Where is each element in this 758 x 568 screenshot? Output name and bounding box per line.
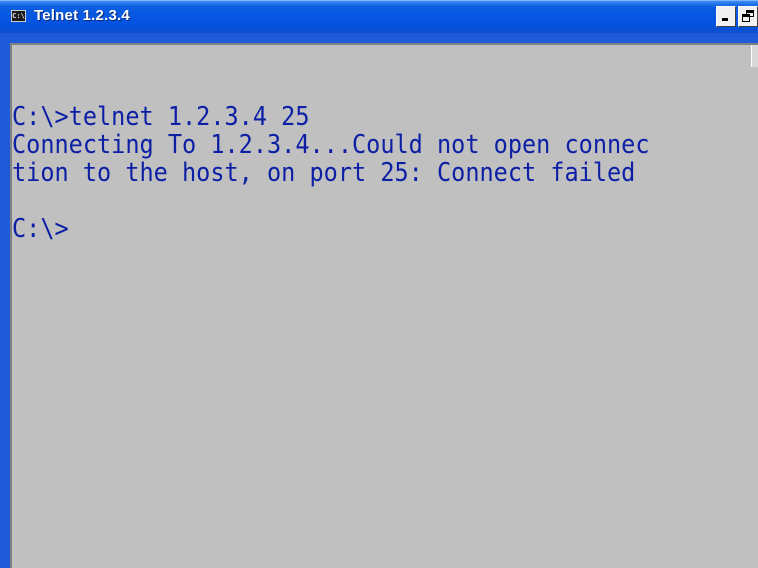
scrollbar-stub[interactable]: [751, 45, 758, 67]
restore-button[interactable]: [738, 6, 758, 27]
minimize-button[interactable]: [716, 6, 736, 27]
telnet-window: C:\ Telnet 1.2.3.4 C:\>telnet 1.2.3.4 25…: [0, 0, 758, 568]
window-controls: [716, 6, 758, 28]
cmd-icon[interactable]: C:\: [11, 10, 26, 22]
window-title: Telnet 1.2.3.4: [34, 7, 130, 24]
restore-icon-front: [742, 14, 750, 22]
console-line: Connecting To 1.2.3.4...Could not open c…: [12, 130, 650, 160]
title-bar[interactable]: C:\ Telnet 1.2.3.4: [0, 0, 758, 33]
console-prompt: C:\>: [12, 214, 69, 244]
console-line: C:\>telnet 1.2.3.4 25: [12, 102, 310, 132]
console-output-area[interactable]: C:\>telnet 1.2.3.4 25 Connecting To 1.2.…: [10, 43, 758, 568]
console-line: tion to the host, on port 25: Connect fa…: [12, 158, 636, 188]
